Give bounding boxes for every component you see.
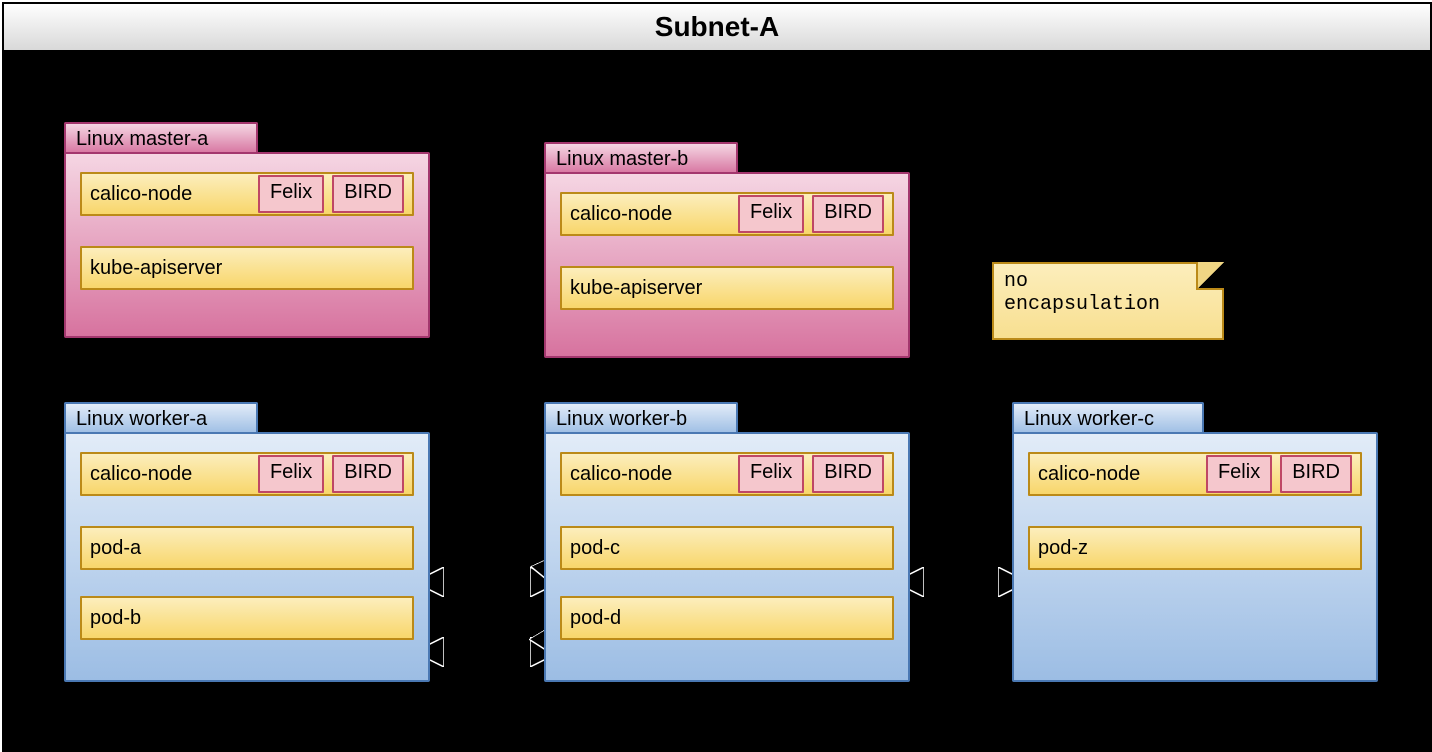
pod-row-label: pod-a: [90, 537, 412, 560]
pod-row: pod-b: [80, 596, 414, 640]
master-node: Linux master-b calico-nodeFelixBIRD kube-a…: [544, 142, 910, 358]
node-body: calico-nodeFelixBIRD pod-c pod-d: [544, 432, 910, 682]
bird-chip: BIRD: [1280, 455, 1352, 493]
node-tab: Linux worker-c: [1012, 402, 1204, 434]
felix-chip: Felix: [1206, 455, 1272, 493]
worker-node: Linux worker-a calico-nodeFelixBIRD pod-a p…: [64, 402, 430, 682]
node-title: Linux worker-b: [556, 408, 687, 430]
worker-node: Linux worker-c calico-nodeFelixBIRD pod-z: [1012, 402, 1378, 682]
calico-node-label: calico-node: [90, 183, 258, 206]
node-title: Linux master-b: [556, 148, 688, 170]
calico-node-row: calico-nodeFelixBIRD: [80, 172, 414, 216]
kube-apiserver-row: kube-apiserver: [560, 266, 894, 310]
calico-node-row: calico-nodeFelixBIRD: [560, 452, 894, 496]
node-body: calico-nodeFelixBIRD pod-z: [1012, 432, 1378, 682]
note-line2: encapsulation: [1004, 293, 1212, 316]
node-tab: Linux worker-b: [544, 402, 738, 434]
bird-chip: BIRD: [812, 455, 884, 493]
calico-node-row: calico-nodeFelixBIRD: [80, 452, 414, 496]
kube-apiserver-row: kube-apiserver: [80, 246, 414, 290]
kube-apiserver-row-label: kube-apiserver: [570, 277, 892, 300]
node-tab: Linux master-a: [64, 122, 258, 154]
calico-node-label: calico-node: [570, 463, 738, 486]
felix-chip: Felix: [258, 175, 324, 213]
pod-row-label: pod-b: [90, 607, 412, 630]
bird-chip: BIRD: [332, 175, 404, 213]
node-body: calico-nodeFelixBIRD kube-apiserver: [64, 152, 430, 338]
node-title: Linux master-a: [76, 128, 208, 150]
pod-row-label: pod-z: [1038, 537, 1360, 560]
sticky-note-no-encapsulation: no encapsulation: [992, 262, 1224, 340]
node-title: Linux worker-c: [1024, 408, 1154, 430]
connection: [420, 289, 554, 652]
window-title: Subnet-A: [655, 11, 779, 42]
bird-chip: BIRD: [332, 455, 404, 493]
pod-row-label: pod-d: [570, 607, 892, 630]
felix-chip: Felix: [738, 455, 804, 493]
node-tab: Linux master-b: [544, 142, 738, 174]
worker-node: Linux worker-b calico-nodeFelixBIRD pod-c p…: [544, 402, 910, 682]
calico-node-row: calico-nodeFelixBIRD: [560, 192, 894, 236]
master-node: Linux master-a calico-nodeFelixBIRD kube-a…: [64, 122, 430, 338]
window-frame: Subnet-A Linux master-acalico-nodeFelixB…: [2, 2, 1432, 752]
bird-chip: BIRD: [812, 195, 884, 233]
node-body: calico-nodeFelixBIRD kube-apiserver: [544, 172, 910, 358]
connection: [420, 289, 554, 582]
kube-apiserver-row-label: kube-apiserver: [90, 257, 412, 280]
node-title: Linux worker-a: [76, 408, 207, 430]
diagram-canvas: Linux master-acalico-nodeFelixBIRDkube-a…: [4, 52, 1430, 750]
pod-row: pod-d: [560, 596, 894, 640]
pod-row: pod-a: [80, 526, 414, 570]
calico-node-label: calico-node: [570, 203, 738, 226]
node-body: calico-nodeFelixBIRD pod-a pod-b: [64, 432, 430, 682]
node-tab: Linux worker-a: [64, 402, 258, 434]
calico-node-label: calico-node: [90, 463, 258, 486]
pod-row: pod-z: [1028, 526, 1362, 570]
felix-chip: Felix: [738, 195, 804, 233]
felix-chip: Felix: [258, 455, 324, 493]
calico-node-row: calico-nodeFelixBIRD: [1028, 452, 1362, 496]
calico-node-label: calico-node: [1038, 463, 1206, 486]
pod-row: pod-c: [560, 526, 894, 570]
title-bar: Subnet-A: [4, 4, 1430, 52]
note-line1: no: [1004, 270, 1212, 293]
pod-row-label: pod-c: [570, 537, 892, 560]
